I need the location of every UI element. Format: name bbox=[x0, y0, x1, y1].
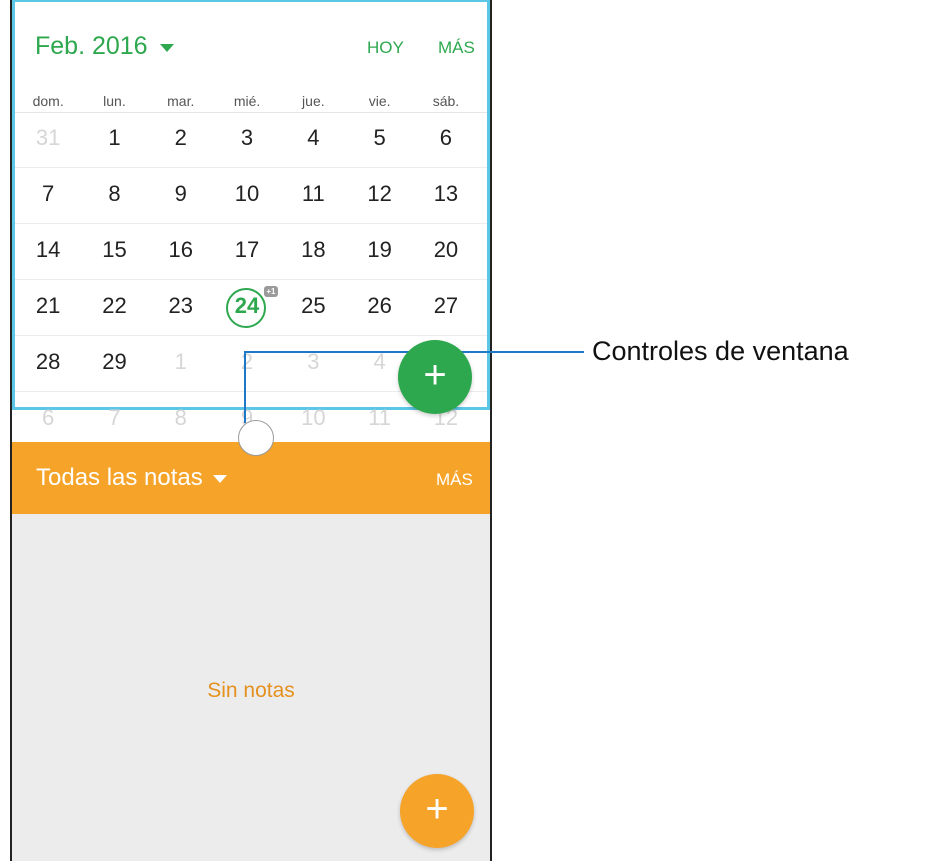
add-note-button[interactable]: + bbox=[400, 774, 474, 848]
week-row: 7 8 9 10 11 12 13 bbox=[15, 168, 487, 224]
day-cell[interactable]: 15 bbox=[81, 224, 147, 279]
weekday-header: dom. lun. mar. mié. jue. vie. sáb. bbox=[15, 90, 487, 113]
day-cell[interactable]: 18 bbox=[280, 224, 346, 279]
day-cell[interactable]: 7 bbox=[81, 392, 147, 447]
add-event-button[interactable]: + bbox=[398, 340, 472, 414]
day-cell[interactable]: 2 bbox=[214, 336, 280, 391]
day-cell[interactable]: 4 bbox=[280, 112, 346, 167]
day-cell[interactable]: 19 bbox=[346, 224, 412, 279]
today-number: 24 bbox=[234, 293, 260, 318]
notes-filter-title: Todas las notas bbox=[36, 464, 203, 491]
day-cell[interactable]: 3 bbox=[214, 112, 280, 167]
callout-label: Controles de ventana bbox=[592, 336, 849, 366]
day-cell[interactable]: 12 bbox=[346, 168, 412, 223]
day-cell[interactable]: 11 bbox=[280, 168, 346, 223]
callout-line bbox=[244, 351, 246, 423]
calendar-more-button[interactable]: MÁS bbox=[438, 38, 475, 58]
day-cell[interactable]: 23 bbox=[148, 280, 214, 335]
day-cell[interactable]: 9 bbox=[148, 168, 214, 223]
month-title: Feb. 2016 bbox=[35, 32, 148, 60]
weekday-label: mié. bbox=[233, 93, 261, 109]
day-cell[interactable]: 13 bbox=[413, 168, 479, 223]
empty-notes-message: Sin notas bbox=[207, 679, 295, 702]
weekday-label: lun. bbox=[103, 93, 126, 109]
today-button[interactable]: HOY bbox=[367, 38, 404, 58]
day-cell[interactable]: 27 bbox=[413, 280, 479, 335]
day-cell[interactable]: 5 bbox=[346, 112, 412, 167]
weekday-label: dom. bbox=[32, 93, 64, 109]
phone-screen: Feb. 2016 HOY MÁS dom. lun. mar. mié. ju… bbox=[10, 0, 492, 861]
day-cell[interactable]: 6 bbox=[413, 112, 479, 167]
notes-pane: Sin notas + bbox=[12, 514, 490, 861]
dropdown-caret-icon bbox=[159, 43, 174, 52]
day-cell[interactable]: 21 bbox=[15, 280, 81, 335]
day-cell[interactable]: 22 bbox=[81, 280, 147, 335]
day-cell[interactable]: 8 bbox=[81, 168, 147, 223]
day-cell[interactable]: 17 bbox=[214, 224, 280, 279]
weekday-label: jue. bbox=[302, 93, 325, 109]
notes-filter-selector[interactable]: Todas las notas bbox=[36, 464, 227, 492]
day-cell[interactable]: 3 bbox=[280, 336, 346, 391]
day-cell[interactable]: 11 bbox=[346, 392, 412, 447]
day-cell[interactable]: 31 bbox=[15, 112, 81, 167]
day-cell[interactable]: 10 bbox=[214, 168, 280, 223]
day-cell[interactable]: 29 bbox=[81, 336, 147, 391]
weekday-label: sáb. bbox=[432, 93, 460, 109]
window-resize-handle[interactable] bbox=[238, 420, 274, 456]
day-cell[interactable]: 28 bbox=[15, 336, 81, 391]
notes-more-button[interactable]: MÁS bbox=[436, 470, 473, 490]
day-cell[interactable]: 26 bbox=[346, 280, 412, 335]
weekday-label: mar. bbox=[167, 93, 195, 109]
day-cell[interactable]: 1 bbox=[81, 112, 147, 167]
day-cell[interactable]: 14 bbox=[15, 224, 81, 279]
day-cell[interactable]: 6 bbox=[15, 392, 81, 447]
weekday-label: vie. bbox=[368, 93, 391, 109]
event-count-badge: +1 bbox=[263, 286, 278, 297]
day-cell[interactable]: 1 bbox=[148, 336, 214, 391]
day-cell[interactable]: 16 bbox=[148, 224, 214, 279]
calendar-header: Feb. 2016 HOY MÁS bbox=[15, 2, 487, 88]
month-selector[interactable]: Feb. 2016 bbox=[35, 32, 174, 61]
week-row: 21 22 23 24 +1 25 26 27 bbox=[15, 280, 487, 336]
day-cell-today[interactable]: 24 +1 bbox=[214, 280, 280, 335]
day-cell[interactable]: 7 bbox=[15, 168, 81, 223]
week-row: 31 1 2 3 4 5 6 bbox=[15, 112, 487, 168]
day-cell[interactable]: 25 bbox=[280, 280, 346, 335]
day-cell[interactable]: 20 bbox=[413, 224, 479, 279]
day-cell[interactable]: 2 bbox=[148, 112, 214, 167]
week-row: 14 15 16 17 18 19 20 bbox=[15, 224, 487, 280]
dropdown-caret-icon bbox=[212, 475, 227, 483]
day-cell[interactable]: 10 bbox=[280, 392, 346, 447]
day-cell[interactable]: 8 bbox=[148, 392, 214, 447]
